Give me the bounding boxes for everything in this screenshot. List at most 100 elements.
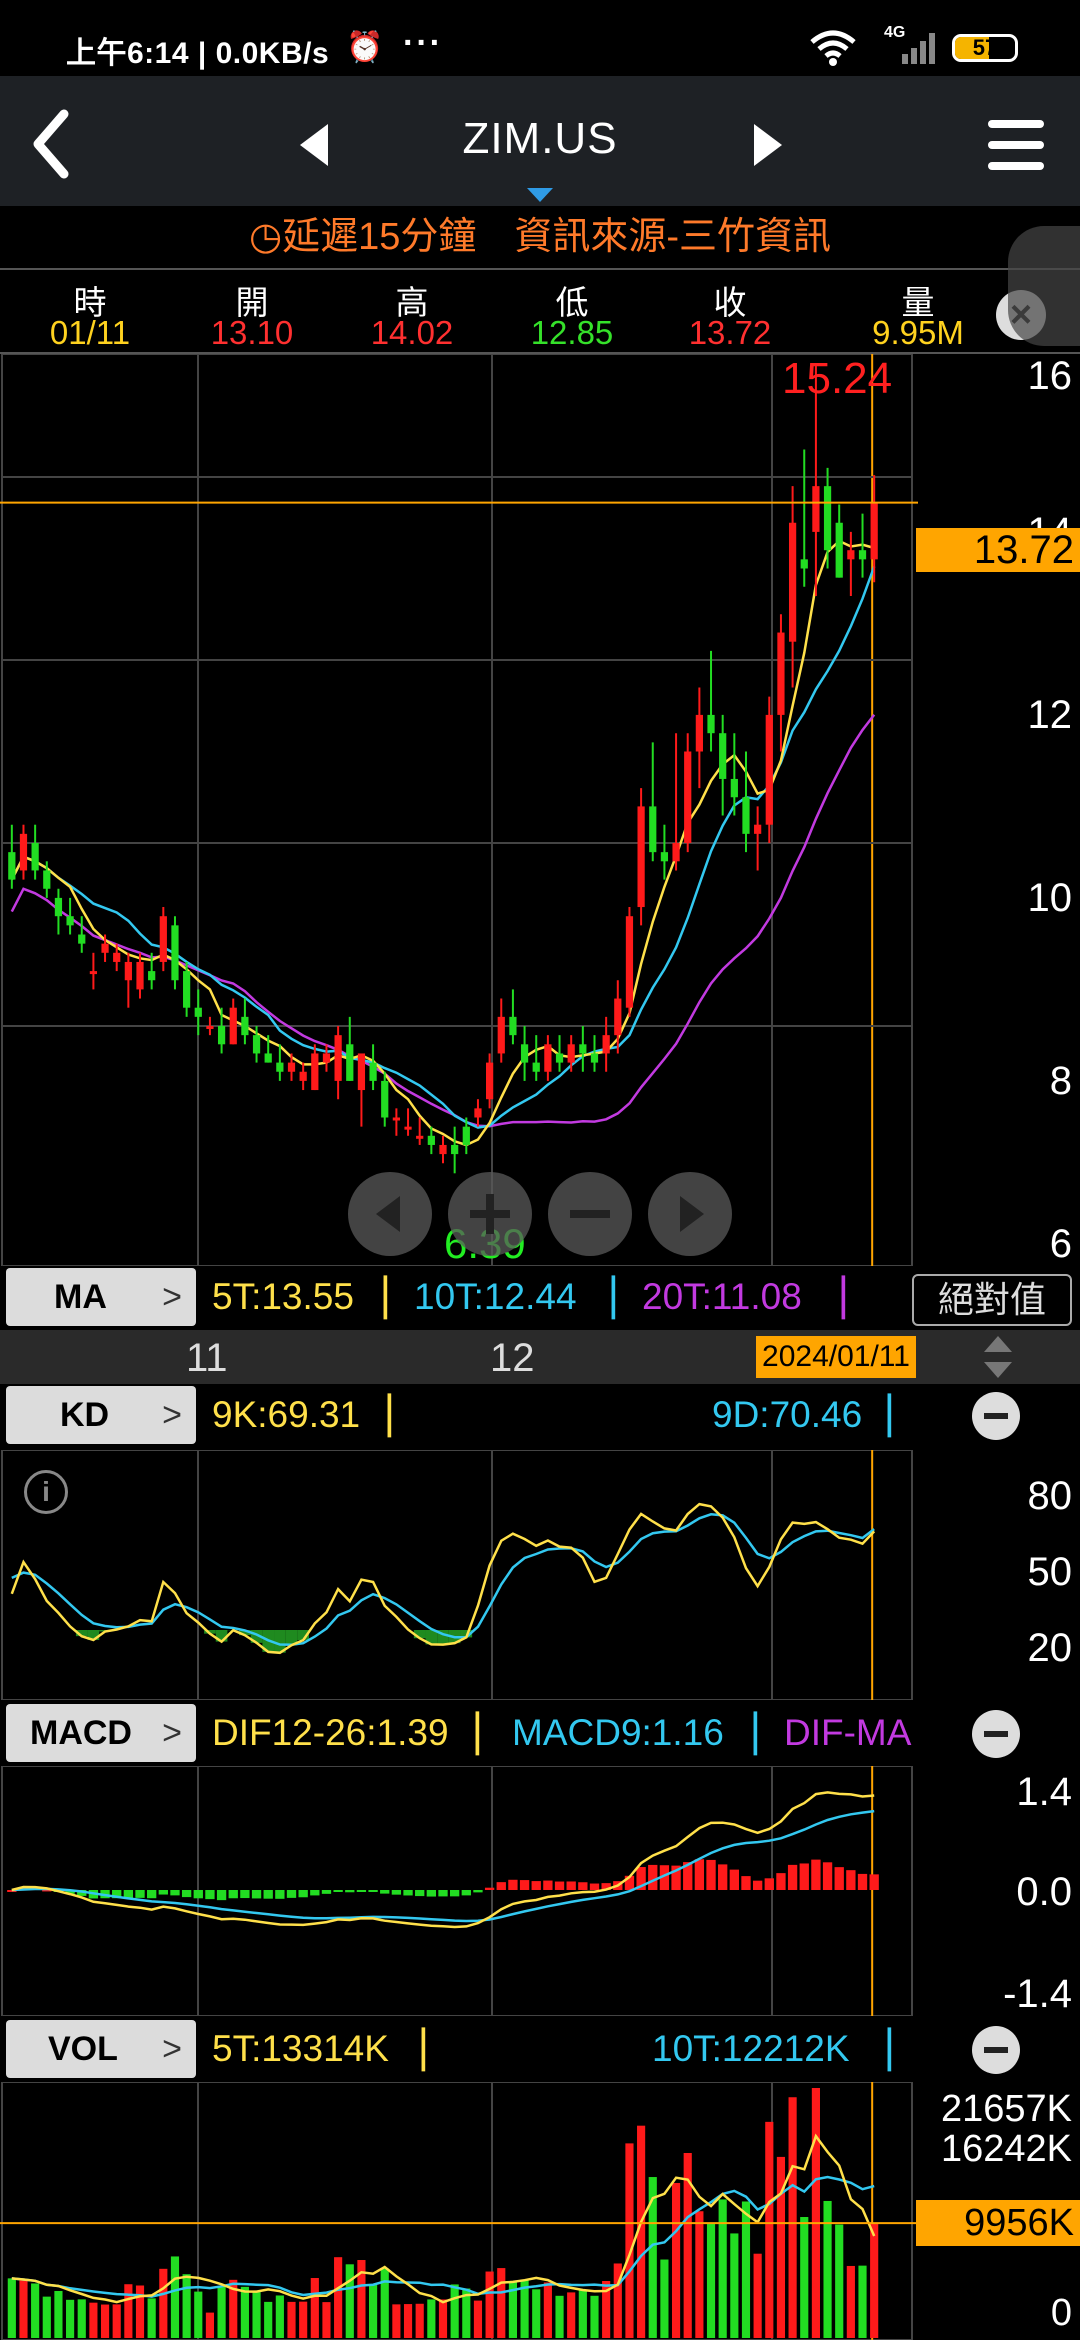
volume-bar [135,2285,145,2338]
macd-histogram-bar [391,1890,402,1895]
candle-body [66,916,74,926]
candle-body [299,1071,307,1081]
ohlc-value-volume: 9.95M [872,314,964,351]
volume-bar [334,2257,343,2338]
zoom-in-button[interactable] [448,1172,532,1256]
volume-bar [100,2304,110,2338]
price-chart-panel[interactable]: 16 14 12 10 8 6 13.72 15.24 6.39 [0,226,1080,1267]
volume-bar [567,2292,576,2338]
macd-histogram-bar [333,1890,343,1892]
macd-chart-panel[interactable]: 1.4 0.0 -1.4 [0,1766,1080,2016]
candle-body [136,961,144,990]
ma5-arrow-icon: ▏ [384,1277,413,1318]
macd-histogram-bar [251,1890,262,1899]
ma-selector-button[interactable]: MA > [6,1268,196,1326]
macd-histogram-bar [694,1859,705,1890]
nav-bar: ZIM.US [0,76,1080,206]
volume-bar [89,2302,98,2338]
macd-remove-button[interactable] [972,1710,1020,1758]
candle-body [229,1007,237,1045]
volume-bar [112,2304,121,2338]
price-axis-label: 10 [1027,876,1073,920]
battery-icon: 57 [952,34,1018,62]
macd-histogram-bar [216,1890,227,1901]
chevron-right-icon: > [162,1714,182,1752]
candle-body [276,1062,284,1072]
macd-histogram-bar [578,1882,588,1890]
candle-body [54,897,63,917]
kd-axis-label: 20 [1027,1626,1073,1670]
kd-remove-button[interactable] [972,1392,1020,1440]
scroll-right-button[interactable] [648,1172,732,1256]
volume-bar [660,2259,669,2338]
macd-selector-button[interactable]: MACD > [6,1704,196,1762]
candle-body [8,852,16,880]
candle-body [590,1053,599,1063]
macd-histogram-bar [857,1873,868,1890]
kd-chart-panel[interactable]: i 80 50 20 [0,1450,1080,1700]
macd-histogram-bar [275,1890,285,1899]
macd-histogram-bar [484,1887,495,1890]
volume-bar [369,2284,378,2338]
wifi-icon [810,30,856,66]
menu-icon[interactable] [986,116,1046,176]
macd-histogram-bar [286,1890,297,1898]
info-icon[interactable]: i [24,1470,68,1514]
next-symbol-icon[interactable] [748,120,788,170]
kd-selector-button[interactable]: KD > [6,1386,196,1444]
candle-body [719,733,727,779]
ma10-line [10,566,876,1129]
vol-chart-panel[interactable]: 21657K 16242K 9956K 0 [0,2082,1080,2340]
zoom-out-button[interactable] [548,1172,632,1256]
ma20-line [10,714,876,1128]
dropdown-caret-icon[interactable] [525,186,555,204]
status-time-speed: 上午6:14 | 0.0KB/s [66,37,330,70]
vol-remove-button[interactable] [972,2026,1020,2074]
candle-body [812,486,820,532]
volume-bar [380,2268,389,2338]
volume-bar [578,2290,587,2338]
scroll-left-button[interactable] [348,1172,432,1256]
symbol-title[interactable]: ZIM.US [0,114,1080,164]
macd-histogram-bar [566,1881,576,1890]
candle-body [532,1062,540,1072]
candle-body [311,1053,319,1091]
resize-handle-icon[interactable] [978,1330,1018,1384]
macd-chart[interactable] [0,1766,1080,2016]
volume-bar [7,2278,16,2338]
candle-body [649,806,657,853]
candle-body [381,1080,389,1118]
status-bar: 上午6:14 | 0.0KB/s ⏰ ··· 4G 57 [0,0,1080,76]
more-dots-icon: ··· [403,24,443,62]
candle-body [672,843,680,862]
macd-histogram-bar [170,1890,180,1896]
volume-bar [543,2282,552,2338]
macd-histogram-bar [181,1890,192,1898]
vol-selector-button[interactable]: VOL > [6,2020,196,2078]
macd-histogram-value: DIF-MA [784,1712,912,1753]
macd-histogram-bar [228,1890,238,1899]
candle-body [264,1053,272,1063]
ohlc-value-open: 13.10 [210,314,294,351]
macd-axis-label: 0.0 [1016,1870,1072,1914]
absolute-value-toggle[interactable]: 絕對值 [912,1274,1072,1326]
candle-body [858,550,867,560]
price-chart[interactable] [0,354,1080,1266]
macd-histogram-bar [205,1890,215,1900]
volume-bar [66,2299,75,2338]
volume-bar [182,2274,191,2338]
candle-body [835,522,843,578]
kd-d-line [11,1513,875,1646]
macd-histogram-bar [869,1874,879,1890]
macd-histogram-bar [473,1890,483,1893]
side-handle[interactable] [1008,226,1080,346]
volume-bar [194,2291,203,2338]
candle-body [171,925,179,981]
last-price-tag: 13.72 [916,528,1080,572]
candle-body [684,751,692,843]
vol-ma10-arrow-icon: ▏ [888,2029,917,2070]
candle-body [451,1144,459,1155]
candle-body [555,1053,564,1063]
kd-chart[interactable] [0,1450,1080,1700]
macd-histogram-bar [811,1859,821,1890]
